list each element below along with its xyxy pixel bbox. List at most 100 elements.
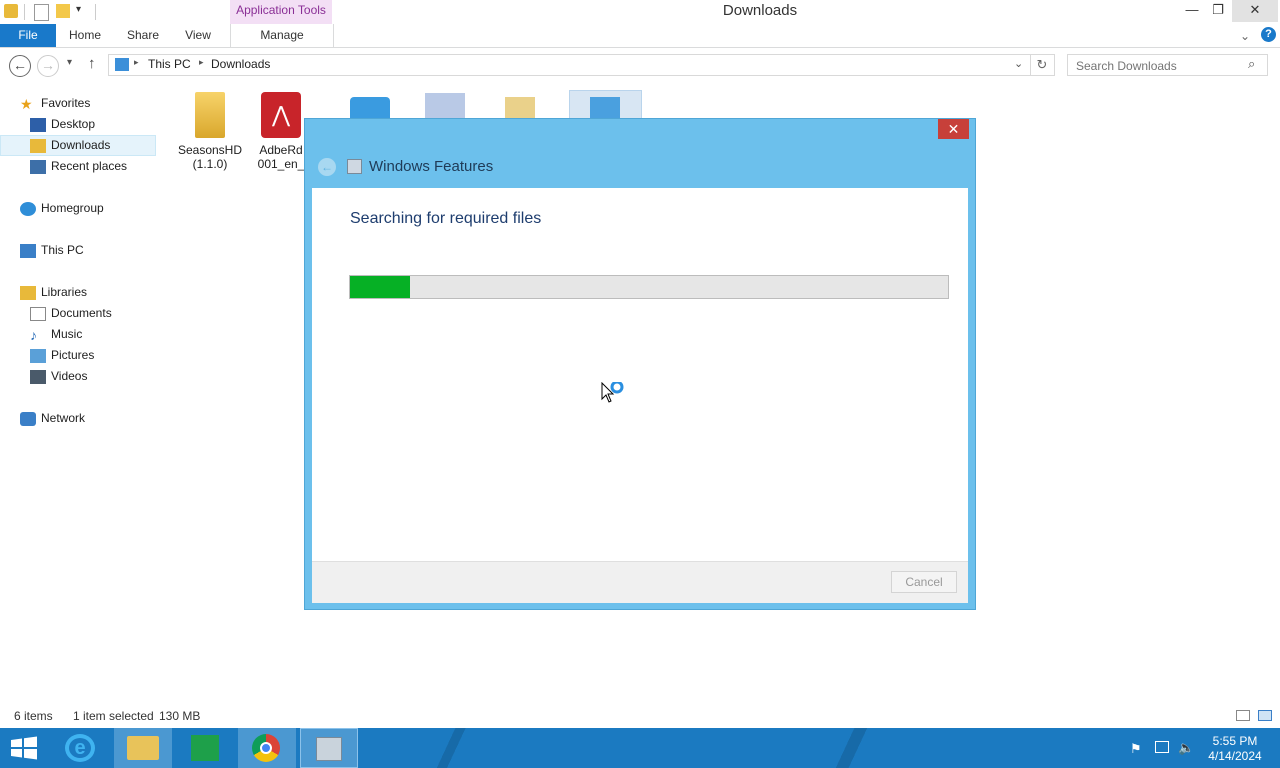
nav-pictures[interactable]: Pictures: [30, 345, 94, 366]
tab-file[interactable]: File: [0, 24, 56, 47]
music-icon: ♪: [30, 326, 37, 343]
documents-icon: [30, 306, 46, 321]
system-clock[interactable]: 5:55 PM 4/14/2024: [1200, 734, 1270, 764]
chrome-icon[interactable]: [238, 728, 296, 768]
item-count: 6 items: [14, 709, 53, 723]
nav-label: Downloads: [51, 138, 111, 152]
quick-access-dropdown-icon[interactable]: ▾: [76, 4, 81, 15]
search-input[interactable]: [1074, 56, 1243, 76]
tab-view[interactable]: View: [176, 24, 220, 47]
clock-time: 5:55 PM: [1212, 734, 1258, 748]
file-name: SeasonsHD (1.1.0): [177, 143, 243, 171]
search-box[interactable]: ⌕: [1067, 54, 1268, 76]
nav-music[interactable]: ♪ Music: [30, 324, 82, 345]
close-icon[interactable]: ✕: [1232, 0, 1278, 22]
libraries-icon: [20, 285, 36, 300]
application-tools-label: Application Tools: [230, 0, 332, 24]
nav-label: Pictures: [51, 348, 95, 362]
expand-ribbon-icon[interactable]: ⌄: [1240, 29, 1250, 43]
close-icon[interactable]: ✕: [938, 119, 969, 139]
tab-manage[interactable]: Manage: [230, 24, 334, 47]
tab-share[interactable]: Share: [118, 24, 168, 47]
nav-network[interactable]: Network: [20, 408, 85, 429]
tab-home[interactable]: Home: [60, 24, 110, 47]
progress-fill: [350, 276, 410, 298]
selected-file-item[interactable]: [569, 90, 642, 119]
busy-cursor-icon: [601, 380, 627, 409]
properties-icon[interactable]: [34, 4, 49, 21]
desktop-icon: [30, 117, 46, 132]
nav-label: Videos: [51, 369, 88, 383]
breadcrumb-this-pc[interactable]: This PC: [148, 57, 191, 71]
adobe-installer-icon: ⋀: [261, 92, 301, 138]
breadcrumb-downloads[interactable]: Downloads: [211, 57, 270, 71]
nav-this-pc[interactable]: This PC: [20, 240, 84, 261]
nav-downloads[interactable]: Downloads: [30, 135, 110, 156]
dialog-heading: Searching for required files: [350, 210, 542, 227]
downloads-icon: [30, 138, 46, 153]
breadcrumb-separator-icon: ▸: [199, 57, 204, 67]
file-explorer-icon[interactable]: [114, 728, 172, 768]
pictures-icon: [30, 348, 46, 363]
nav-desktop[interactable]: Desktop: [30, 114, 95, 135]
network-status-icon[interactable]: [1155, 741, 1169, 753]
windows-features-icon: [347, 159, 362, 174]
minimize-icon[interactable]: —: [1179, 0, 1205, 22]
start-icon[interactable]: [10, 736, 38, 763]
refresh-icon[interactable]: ↻: [1030, 54, 1055, 76]
clock-date: 4/14/2024: [1208, 749, 1262, 763]
dialog-body: [312, 188, 968, 561]
file-item[interactable]: SeasonsHD (1.1.0): [177, 92, 243, 171]
nav-favorites[interactable]: ★ Favorites: [20, 93, 90, 114]
game-installer-icon[interactable]: [350, 97, 390, 119]
search-icon[interactable]: ⌕: [1248, 56, 1255, 72]
nav-label: Libraries: [41, 285, 88, 299]
nav-label: Homegroup: [41, 201, 104, 215]
explorer-icon: [4, 4, 18, 18]
nav-label: This PC: [41, 243, 84, 257]
homegroup-icon: [20, 201, 36, 216]
help-icon[interactable]: ?: [1261, 27, 1276, 42]
nav-label: Documents: [51, 306, 112, 320]
forward-icon[interactable]: →: [37, 55, 59, 77]
nav-homegroup[interactable]: Homegroup: [20, 198, 104, 219]
selection-count: 1 item selected: [73, 709, 154, 723]
videos-icon: [30, 369, 46, 384]
store-icon[interactable]: [176, 728, 234, 768]
address-bar[interactable]: ▸ This PC ▸ Downloads ⌄: [108, 54, 1031, 76]
address-dropdown-icon[interactable]: ⌄: [1014, 57, 1023, 70]
large-icons-view-icon[interactable]: [1258, 710, 1272, 721]
window-title: Downloads: [722, 2, 798, 19]
up-icon[interactable]: ↑: [88, 55, 96, 72]
file-item[interactable]: ⋀ AdbeRd 001_en_: [256, 92, 306, 171]
breadcrumb-separator-icon: ▸: [134, 57, 139, 67]
star-icon: ★: [20, 95, 33, 112]
back-arrow-icon: ←: [318, 158, 336, 176]
downloads-folder-icon: [115, 58, 129, 71]
new-folder-icon[interactable]: [56, 4, 70, 18]
wallpaper-stripe: [420, 728, 480, 768]
nav-libraries[interactable]: Libraries: [20, 282, 87, 303]
back-icon[interactable]: ←: [9, 55, 31, 77]
divider: [95, 4, 96, 20]
cancel-button[interactable]: Cancel: [891, 571, 957, 593]
nav-label: Desktop: [51, 117, 96, 131]
internet-explorer-icon[interactable]: e: [52, 728, 110, 768]
windows-features-icon: [590, 97, 620, 119]
details-view-icon[interactable]: [1236, 710, 1250, 721]
nav-videos[interactable]: Videos: [30, 366, 87, 387]
nav-recent-places[interactable]: Recent places: [30, 156, 127, 177]
computer-icon: [20, 243, 36, 258]
volume-muted-icon[interactable]: 🔈: [1178, 740, 1194, 756]
file-name: AdbeRd 001_en_: [257, 143, 305, 171]
nav-documents[interactable]: Documents: [30, 303, 112, 324]
divider: [24, 4, 25, 20]
recent-locations-icon[interactable]: ▾: [67, 57, 72, 68]
setup-icon[interactable]: [425, 93, 465, 119]
windows-features-taskbar-icon[interactable]: [300, 728, 358, 768]
action-center-flag-icon[interactable]: ⚑: [1130, 741, 1142, 757]
restore-icon[interactable]: ❐: [1205, 0, 1231, 22]
recent-places-icon: [30, 159, 46, 174]
dialog-footer: [312, 561, 968, 603]
folder-icon[interactable]: [505, 97, 535, 119]
